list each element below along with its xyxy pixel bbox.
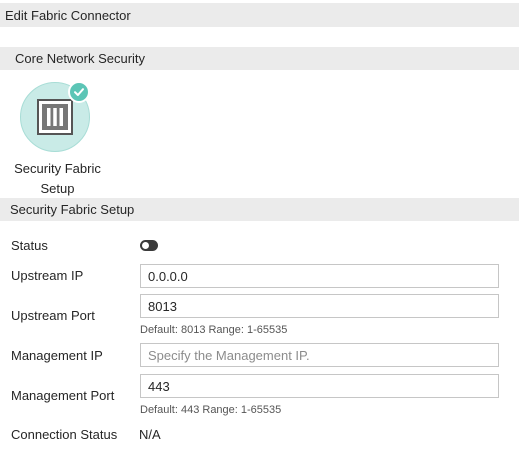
management-ip-input[interactable]: [140, 343, 499, 367]
connector-label: Security Fabric Setup: [14, 161, 101, 196]
upstream-port-hint: Default: 8013 Range: 1-65535: [140, 324, 288, 336]
security-fabric-setup-card[interactable]: Security Fabric Setup: [10, 80, 105, 197]
status-label: Status: [11, 238, 48, 253]
upstream-ip-label: Upstream IP: [11, 268, 84, 283]
upstream-port-input[interactable]: [140, 294, 499, 318]
upstream-ip-input[interactable]: [140, 264, 499, 288]
status-toggle[interactable]: [140, 240, 158, 251]
server-rack-icon: [37, 99, 73, 135]
check-icon: [68, 81, 90, 103]
management-port-input[interactable]: [140, 374, 499, 398]
section-header-security-fabric-setup: Security Fabric Setup: [0, 198, 519, 221]
page-title: Edit Fabric Connector: [0, 3, 519, 27]
management-ip-label: Management IP: [11, 348, 103, 363]
management-port-hint: Default: 443 Range: 1-65535: [140, 404, 282, 416]
upstream-port-label: Upstream Port: [11, 308, 95, 323]
connection-status-value: N/A: [139, 427, 161, 442]
management-port-label: Management Port: [11, 388, 115, 403]
connection-status-label: Connection Status: [11, 427, 118, 442]
section-header-core-network-security: Core Network Security: [0, 47, 519, 70]
